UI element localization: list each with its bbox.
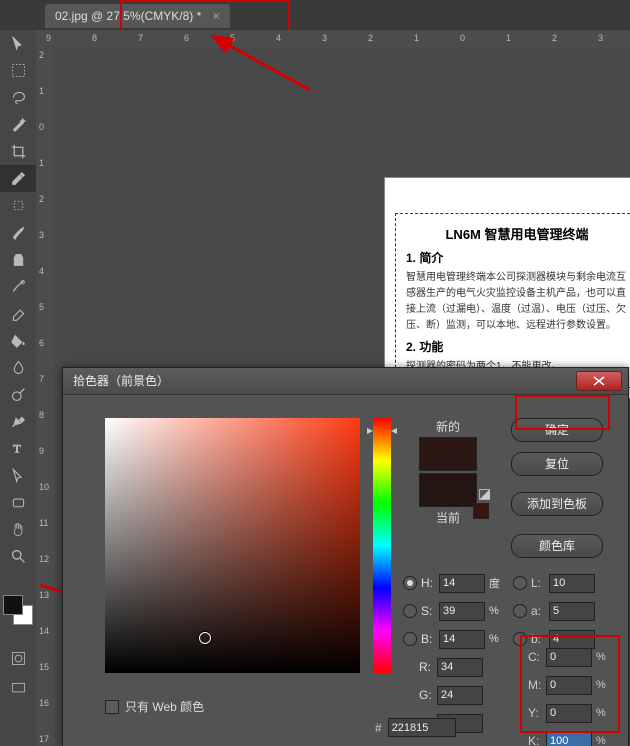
color-libraries-button[interactable]: 颜色库	[511, 534, 603, 558]
gamut-color-swatch[interactable]	[473, 503, 489, 519]
bucket-icon[interactable]	[0, 327, 36, 354]
tab-label: 02.jpg @ 27.5%(CMYK/8) *	[55, 9, 201, 23]
history-brush-icon[interactable]	[0, 273, 36, 300]
new-color-swatch	[419, 437, 477, 471]
marquee-icon[interactable]	[0, 57, 36, 84]
hand-icon[interactable]	[0, 516, 36, 543]
ok-button[interactable]: 确定	[511, 418, 603, 442]
close-icon[interactable]: ×	[213, 9, 220, 23]
saturation-value-field[interactable]	[105, 418, 360, 673]
radio-l[interactable]	[513, 576, 527, 590]
hue-slider[interactable]	[373, 418, 391, 673]
heal-icon[interactable]	[0, 192, 36, 219]
clone-icon[interactable]	[0, 246, 36, 273]
radio-h[interactable]	[403, 576, 417, 590]
document-tab[interactable]: 02.jpg @ 27.5%(CMYK/8) * ×	[45, 4, 230, 28]
crop-icon[interactable]	[0, 138, 36, 165]
foreground-swatch[interactable]	[3, 595, 23, 615]
blur-icon[interactable]	[0, 354, 36, 381]
new-label: 新的	[408, 418, 488, 435]
document-preview: LN6M 智慧用电管理终端 1. 简介 智慧用电管理终端本公司探测器模块与剩余电…	[385, 178, 630, 398]
svg-text:T: T	[13, 442, 21, 456]
s-input[interactable]	[439, 602, 485, 621]
current-color-swatch[interactable]	[419, 473, 477, 507]
doc-section-2: 2. 功能	[406, 338, 628, 355]
eraser-icon[interactable]	[0, 300, 36, 327]
hex-field: #	[375, 718, 456, 737]
y-input[interactable]	[546, 704, 592, 723]
g-input[interactable]	[437, 686, 483, 705]
add-to-swatches-button[interactable]: 添加到色板	[511, 492, 603, 516]
dialog-title: 拾色器（前景色）	[73, 374, 169, 388]
web-only-label: 只有 Web 颜色	[125, 698, 204, 715]
quickmask-icon[interactable]	[0, 645, 36, 672]
hsb-fields: H:度 S:% B:% R: G: B:	[403, 570, 500, 738]
color-picker-dialog: 拾色器（前景色） 新的 当前 ◪ 确定 复位 添加到色板 颜色库 H:度 S:%	[62, 367, 629, 746]
k-input[interactable]	[546, 732, 592, 746]
checkbox-icon[interactable]	[105, 700, 119, 714]
doc-title: LN6M 智慧用电管理终端	[406, 224, 628, 243]
type-icon[interactable]: T	[0, 435, 36, 462]
sv-cursor[interactable]	[199, 632, 211, 644]
ruler-horizontal: 9876543210123	[36, 30, 630, 49]
hue-slider-thumb[interactable]	[391, 428, 397, 434]
l-input[interactable]	[549, 574, 595, 593]
move-icon[interactable]	[0, 30, 36, 57]
web-only-checkbox[interactable]: 只有 Web 颜色	[105, 698, 204, 715]
document-tabs: 02.jpg @ 27.5%(CMYK/8) * ×	[0, 0, 630, 31]
lab-fields: L: a: b:	[513, 570, 595, 654]
dodge-icon[interactable]	[0, 381, 36, 408]
cmyk-fields: C:% M:% Y:% K:%	[528, 644, 606, 746]
lasso-icon[interactable]	[0, 84, 36, 111]
radio-s[interactable]	[403, 604, 417, 618]
hex-input[interactable]	[388, 718, 456, 737]
zoom-icon[interactable]	[0, 543, 36, 570]
b-input[interactable]	[439, 630, 485, 649]
path-select-icon[interactable]	[0, 462, 36, 489]
ruler-vertical: 21012345678910111213141516171819	[36, 48, 55, 746]
r-input[interactable]	[437, 658, 483, 677]
hue-slider-thumb[interactable]	[367, 428, 373, 434]
a-input[interactable]	[549, 602, 595, 621]
h-input[interactable]	[439, 574, 485, 593]
radio-a[interactable]	[513, 604, 527, 618]
close-button[interactable]	[576, 371, 622, 391]
wand-icon[interactable]	[0, 111, 36, 138]
screenmode-icon[interactable]	[0, 675, 36, 702]
eyedropper-icon[interactable]	[0, 165, 36, 192]
m-input[interactable]	[546, 676, 592, 695]
brush-icon[interactable]	[0, 219, 36, 246]
reset-button[interactable]: 复位	[511, 452, 603, 476]
hex-label: #	[375, 721, 382, 735]
toolbar: T	[0, 30, 37, 746]
pen-icon[interactable]	[0, 408, 36, 435]
c-input[interactable]	[546, 648, 592, 667]
doc-paragraph-1: 智慧用电管理终端本公司探测器模块与剩余电流互感器生产的电气火灾监控设备主机产品，…	[406, 270, 628, 334]
radio-b[interactable]	[403, 632, 417, 646]
shape-icon[interactable]	[0, 489, 36, 516]
gamut-warning-icon[interactable]: ◪	[478, 485, 491, 502]
radio-lab-b[interactable]	[513, 632, 527, 646]
doc-section-1: 1. 简介	[406, 249, 628, 266]
dialog-titlebar[interactable]: 拾色器（前景色）	[63, 368, 628, 395]
